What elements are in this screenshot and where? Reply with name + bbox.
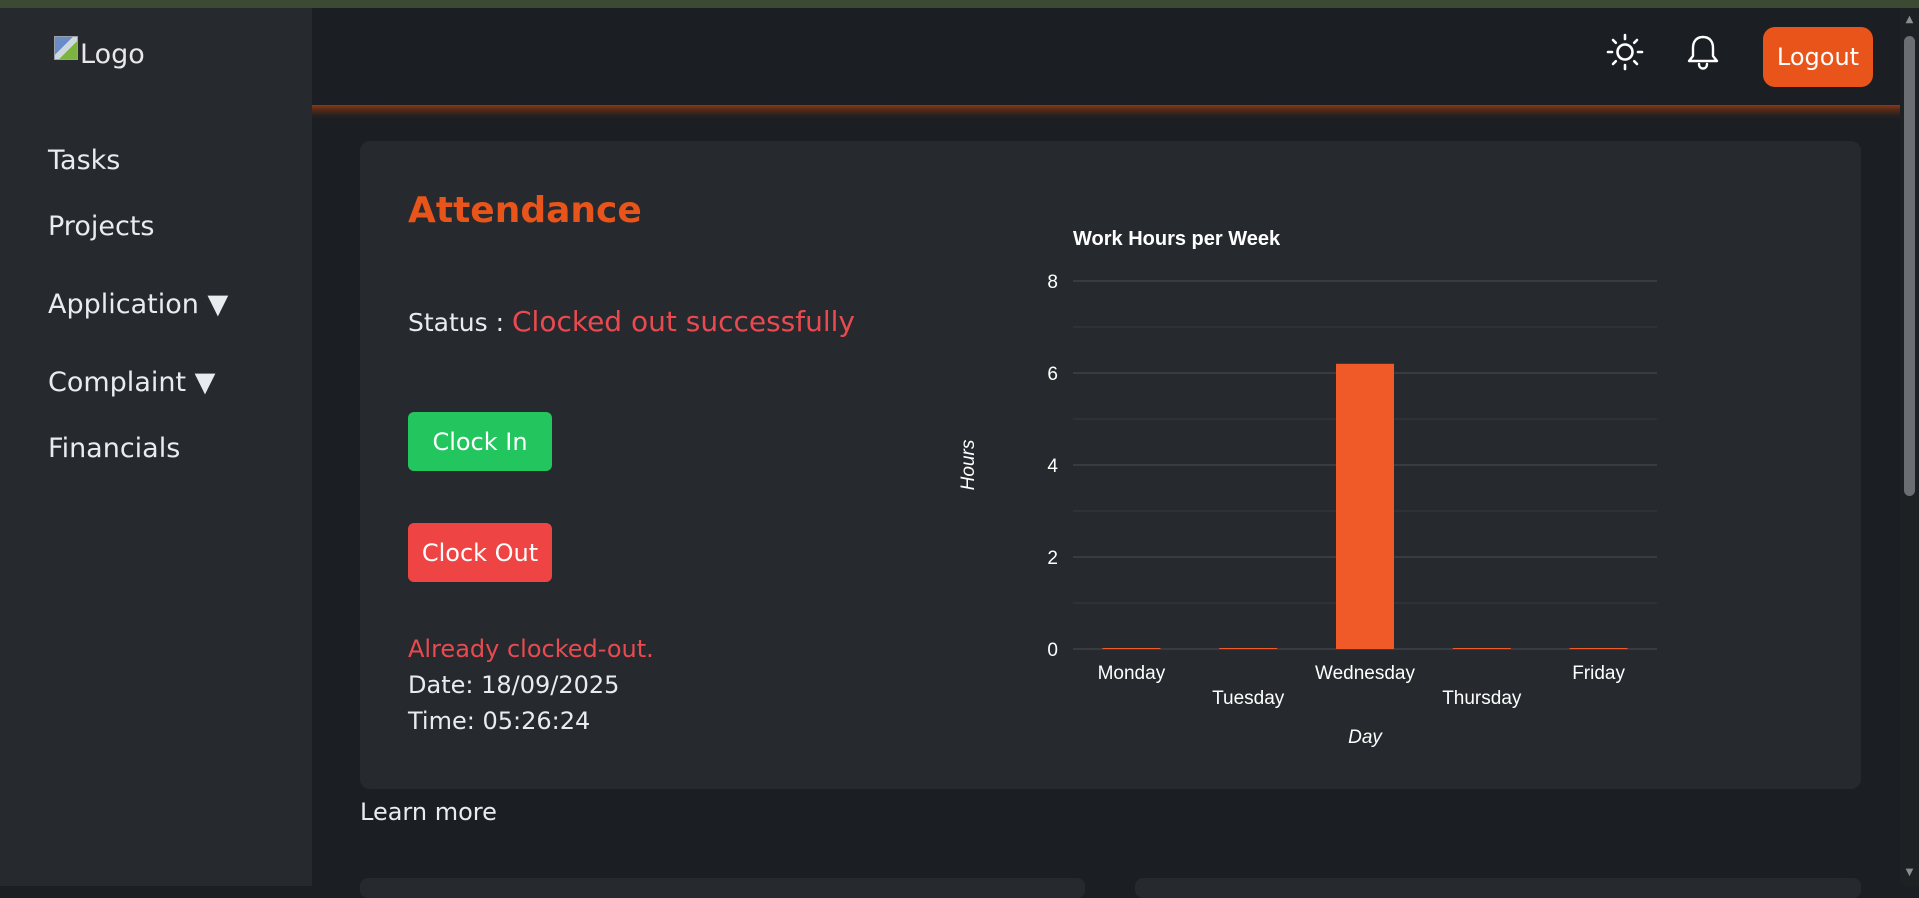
x-tick-label: Wednesday	[1315, 663, 1415, 684]
scrollbar-thumb[interactable]	[1904, 36, 1915, 496]
bar-thursday[interactable]	[1452, 648, 1511, 649]
clock-message: Already clocked-out.	[408, 635, 654, 663]
logout-button[interactable]: Logout	[1763, 27, 1873, 87]
notifications-button[interactable]	[1681, 30, 1725, 74]
bar-friday[interactable]	[1569, 648, 1628, 649]
x-tick-label: Thursday	[1442, 688, 1522, 709]
status-label: Status :	[408, 308, 505, 337]
scroll-down-arrow[interactable]: ▼	[1903, 867, 1916, 879]
sidebar-item-complaint[interactable]: Complaint ▼	[48, 367, 215, 398]
chart-title: Work Hours per Week	[1073, 228, 1281, 250]
status-value: Clocked out successfully	[512, 305, 855, 338]
y-tick-label: 8	[1047, 272, 1058, 293]
sidebar-item-application[interactable]: Application ▼	[48, 289, 228, 320]
bar-wednesday[interactable]	[1336, 363, 1394, 649]
x-tick-label: Monday	[1098, 663, 1166, 684]
next-card-left	[360, 878, 1085, 898]
header-glow-divider	[312, 105, 1900, 119]
status-line: Status : Clocked out successfully	[408, 305, 855, 338]
clock-out-button[interactable]: Clock Out	[408, 523, 552, 582]
top-header	[312, 8, 1900, 105]
y-tick-label: 4	[1047, 456, 1058, 477]
learn-more-link[interactable]: Learn more	[360, 798, 497, 826]
chart-x-axis-label: Day	[1348, 727, 1383, 748]
sidebar-item-tasks[interactable]: Tasks	[48, 145, 120, 176]
clock-in-button[interactable]: Clock In	[408, 412, 552, 471]
x-tick-label: Tuesday	[1212, 688, 1285, 709]
scroll-up-arrow[interactable]: ▲	[1903, 14, 1916, 26]
work-hours-chart: Work Hours per Week Hours Day 0 2 4 6 8 Monda…	[958, 228, 1657, 748]
bar-monday[interactable]	[1102, 648, 1161, 649]
bar-tuesday[interactable]	[1219, 648, 1278, 649]
y-tick-label: 0	[1047, 640, 1058, 661]
theme-toggle-button[interactable]	[1603, 30, 1647, 74]
logo-alt-text: Logo	[80, 38, 145, 70]
bell-icon	[1687, 35, 1719, 70]
sun-icon	[1606, 33, 1644, 71]
chart-y-axis-label: Hours	[958, 439, 979, 490]
browser-top-strip	[0, 0, 1919, 8]
logo[interactable]: Logo	[54, 34, 145, 74]
sidebar-item-projects[interactable]: Projects	[48, 211, 154, 242]
sidebar-item-financials[interactable]: Financials	[48, 433, 180, 464]
clock-date: Date: 18/09/2025	[408, 671, 620, 699]
clock-time: Time: 05:26:24	[408, 707, 591, 735]
y-tick-label: 2	[1047, 548, 1058, 569]
next-card-right	[1135, 878, 1861, 898]
broken-image-icon	[54, 36, 78, 60]
x-tick-label: Friday	[1572, 663, 1625, 684]
y-tick-label: 6	[1047, 364, 1058, 385]
page-title: Attendance	[408, 190, 642, 231]
